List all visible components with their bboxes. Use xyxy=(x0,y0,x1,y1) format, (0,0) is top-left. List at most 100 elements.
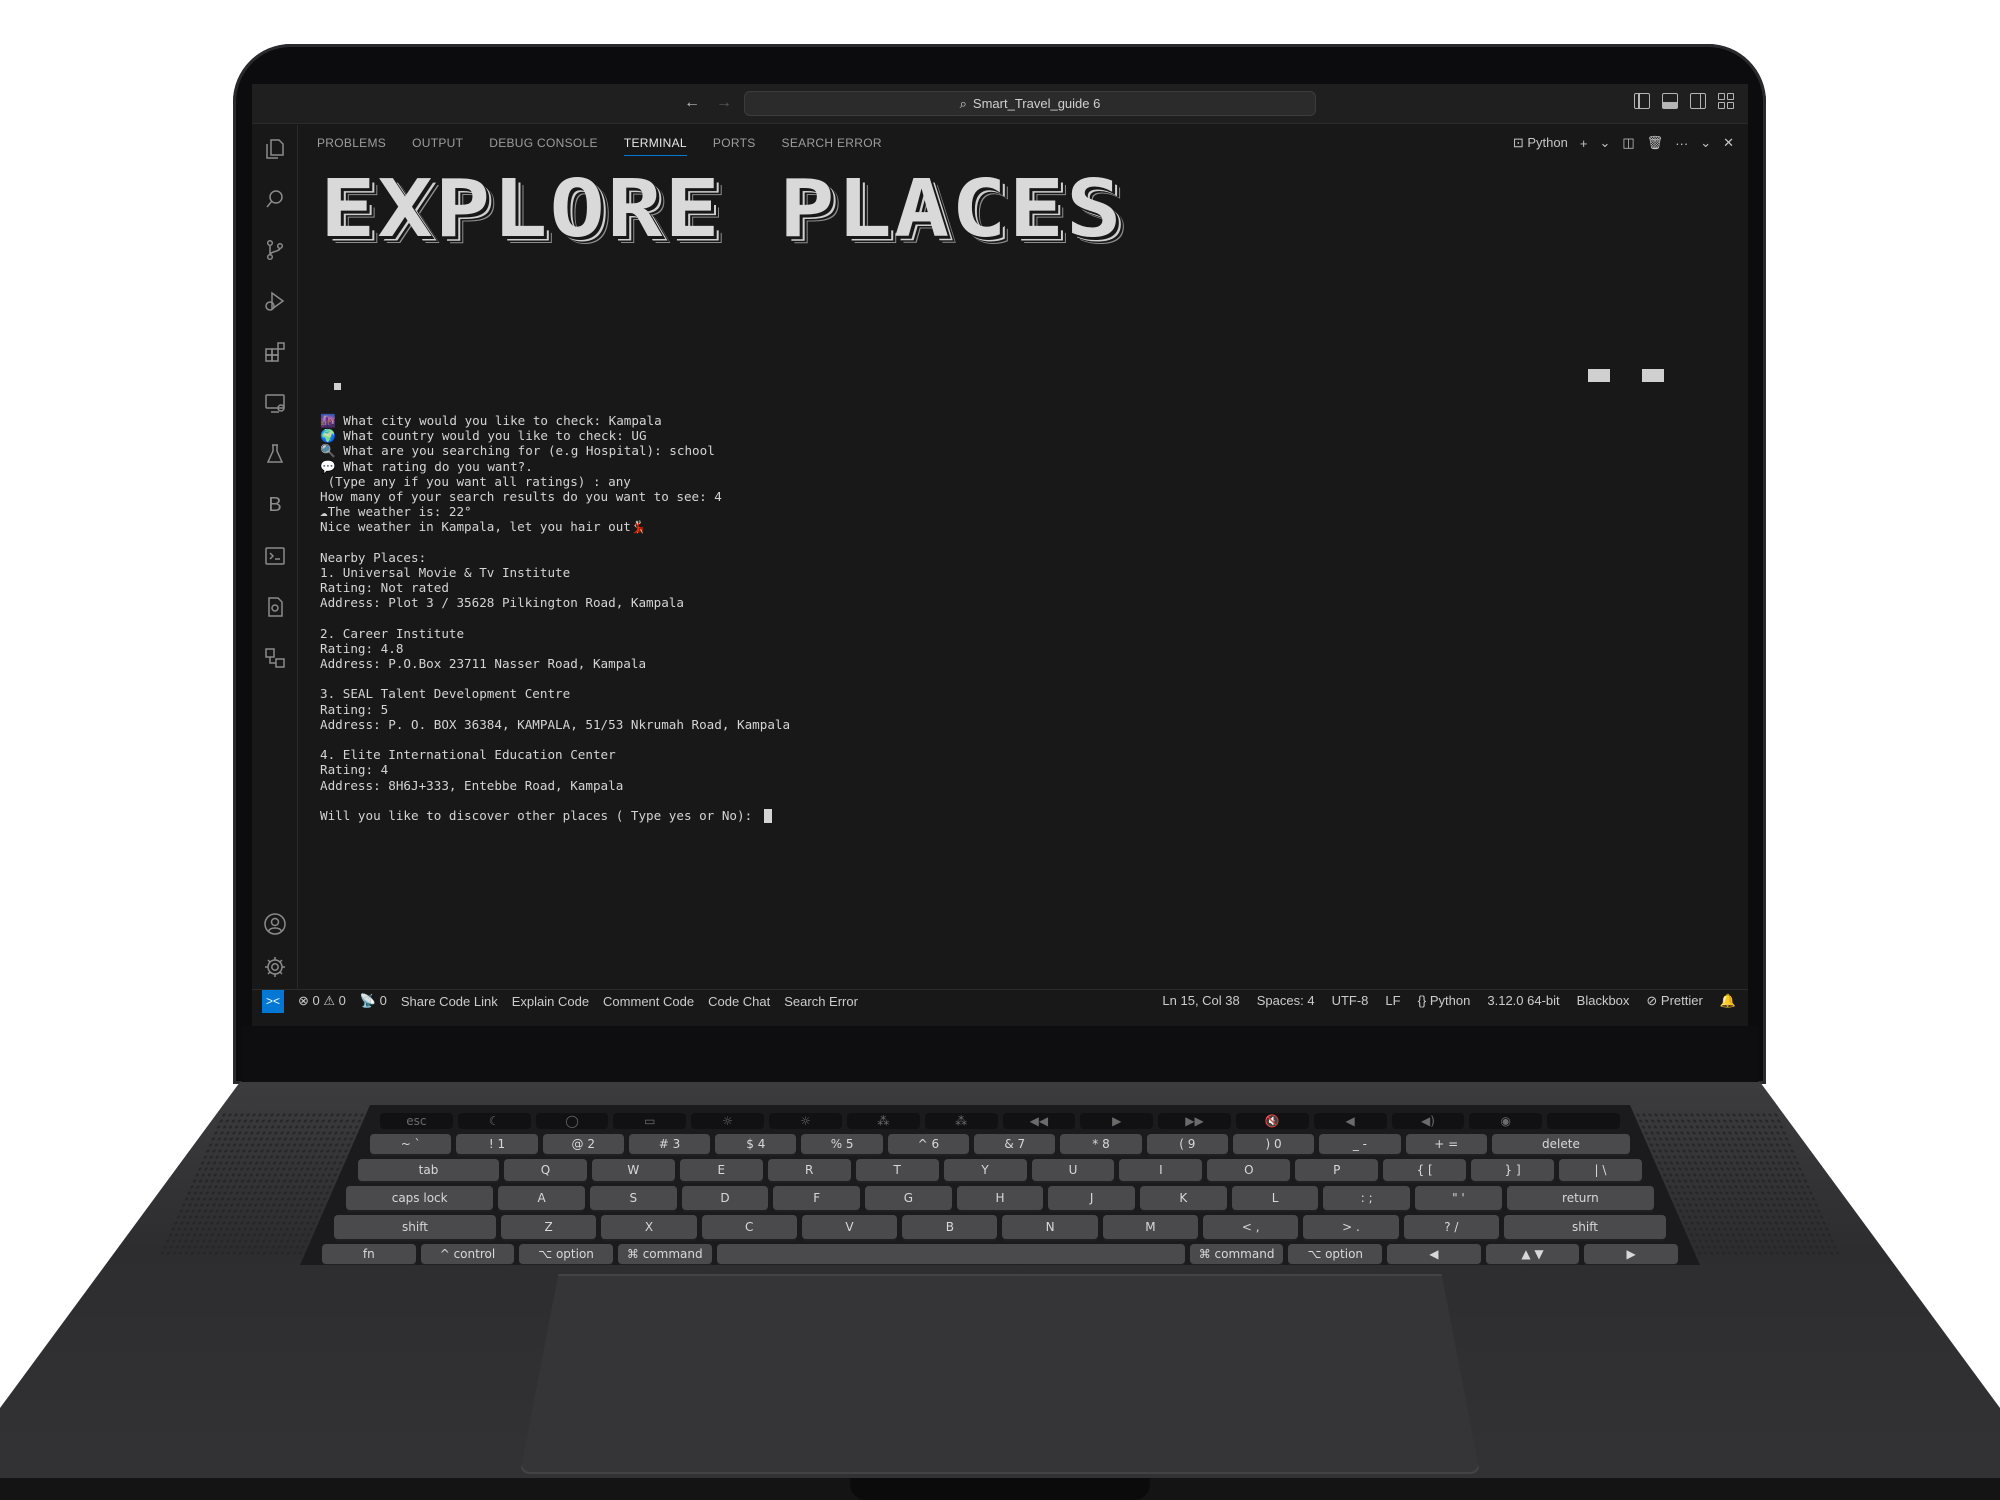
prettier-status[interactable]: ⊘ Prettier xyxy=(1646,993,1702,1009)
keyboard-key[interactable]: | \ xyxy=(1559,1159,1642,1181)
remote-indicator[interactable]: >< xyxy=(262,989,284,1013)
keyboard-key[interactable]: ⌥ option xyxy=(1288,1244,1383,1264)
keyboard-key[interactable]: T xyxy=(855,1159,939,1181)
source-control-icon[interactable] xyxy=(263,238,287,262)
keyboard-key[interactable]: ▶▶ xyxy=(1158,1113,1231,1129)
back-arrow-icon[interactable]: ← xyxy=(684,94,700,112)
keyboard-key[interactable]: tab xyxy=(358,1159,499,1181)
keyboard-key[interactable] xyxy=(1547,1113,1620,1129)
settings-gear-icon[interactable] xyxy=(263,955,287,979)
keyboard-key[interactable]: esc xyxy=(380,1113,453,1129)
keyboard-key[interactable]: O xyxy=(1207,1159,1291,1181)
keyboard-key[interactable]: Q xyxy=(503,1159,587,1181)
keyboard-key[interactable]: 🔇 xyxy=(1235,1113,1309,1129)
status-search-error[interactable]: Search Error xyxy=(784,994,858,1009)
close-panel-icon[interactable]: ✕ xyxy=(1723,135,1734,151)
keyboard-key[interactable]: ⁂ xyxy=(924,1113,998,1129)
split-terminal-icon[interactable]: ◫ xyxy=(1622,135,1634,151)
command-center-search[interactable]: ⌕ Smart_Travel_guide 6 xyxy=(744,91,1316,116)
forward-arrow-icon[interactable]: → xyxy=(716,94,732,112)
tab-problems[interactable]: PROBLEMS xyxy=(317,125,386,161)
cursor-position[interactable]: Ln 15, Col 38 xyxy=(1162,993,1239,1009)
keyboard-key[interactable]: ~ ` xyxy=(370,1134,452,1154)
keyboard-key[interactable]: F xyxy=(773,1186,861,1210)
keyboard-key[interactable]: @ 2 xyxy=(542,1134,624,1154)
code-review-icon[interactable] xyxy=(263,595,287,619)
testing-icon[interactable] xyxy=(263,442,287,466)
keyboard-key[interactable]: ▶ xyxy=(1080,1113,1154,1129)
keyboard-key[interactable]: $ 4 xyxy=(715,1134,797,1154)
status-explain-code[interactable]: Explain Code xyxy=(512,994,589,1009)
keyboard-key[interactable]: shift xyxy=(334,1215,496,1239)
keyboard-key[interactable]: & 7 xyxy=(974,1134,1056,1154)
keyboard-key[interactable]: K xyxy=(1140,1186,1227,1210)
keyboard-key[interactable]: E xyxy=(679,1159,763,1181)
problems-count[interactable]: ⊗ 0 ⚠ 0 xyxy=(298,993,346,1009)
customize-layout-icon[interactable] xyxy=(1718,93,1734,109)
trackpad[interactable] xyxy=(520,1274,1480,1474)
keyboard-key[interactable]: ◉ xyxy=(1469,1113,1543,1129)
keyboard-key[interactable]: # 3 xyxy=(628,1134,711,1154)
keyboard-key[interactable]: ? / xyxy=(1403,1215,1499,1239)
terminal-output[interactable]: EXPLORE PLACES 🌆 What city would you lik… xyxy=(320,170,1728,985)
blackbox-icon[interactable]: B xyxy=(263,493,287,517)
blackbox-status[interactable]: Blackbox xyxy=(1577,993,1630,1009)
status-code-chat[interactable]: Code Chat xyxy=(708,994,770,1009)
keyboard-key[interactable]: fn xyxy=(322,1244,416,1264)
keyboard-key[interactable]: ◀) xyxy=(1391,1113,1465,1129)
keyboard-key[interactable]: < , xyxy=(1203,1215,1299,1239)
keyboard-key[interactable]: * 8 xyxy=(1060,1134,1142,1154)
keyboard-key[interactable]: return xyxy=(1506,1186,1655,1210)
keyboard-key[interactable]: R xyxy=(767,1159,851,1181)
encoding[interactable]: UTF-8 xyxy=(1332,993,1369,1009)
keyboard-key[interactable]: delete xyxy=(1491,1134,1631,1154)
terminal-prompt-line[interactable]: Will you like to discover other places (… xyxy=(320,808,790,824)
tab-output[interactable]: OUTPUT xyxy=(412,125,463,161)
keyboard-key[interactable] xyxy=(716,1244,1185,1264)
terminal-dropdown-icon[interactable]: ⌄ xyxy=(1599,135,1610,151)
keyboard-key[interactable]: A xyxy=(498,1186,585,1210)
kill-terminal-icon[interactable]: 🗑 xyxy=(1647,135,1664,151)
keyboard-key[interactable]: ◀ xyxy=(1313,1113,1387,1129)
keyboard-key[interactable]: : ; xyxy=(1323,1186,1411,1210)
hierarchy-icon[interactable] xyxy=(263,646,287,670)
keyboard-key[interactable]: caps lock xyxy=(346,1186,494,1210)
account-icon[interactable] xyxy=(263,912,287,936)
keyboard-key[interactable]: D xyxy=(681,1186,769,1210)
keyboard-key[interactable]: ! 1 xyxy=(456,1134,538,1154)
keyboard-key[interactable]: ◯ xyxy=(535,1113,609,1129)
keyboard-key[interactable]: U xyxy=(1031,1159,1115,1181)
keyboard-key[interactable]: X xyxy=(601,1215,697,1239)
ports-count[interactable]: 📡 0 xyxy=(360,993,387,1009)
keyboard-key[interactable]: ⁂ xyxy=(846,1113,920,1129)
end-of-line[interactable]: LF xyxy=(1385,993,1400,1009)
python-interpreter[interactable]: 3.12.0 64-bit xyxy=(1487,993,1559,1009)
keyboard-key[interactable]: V xyxy=(801,1215,898,1239)
keyboard-key[interactable]: L xyxy=(1231,1186,1319,1210)
keyboard-key[interactable]: ▭ xyxy=(613,1113,687,1129)
keyboard-key[interactable]: Z xyxy=(501,1215,597,1239)
new-terminal-icon[interactable]: + xyxy=(1580,136,1588,151)
keyboard-key[interactable]: N xyxy=(1002,1215,1098,1239)
tab-search-error[interactable]: SEARCH ERROR xyxy=(782,125,882,161)
extensions-icon[interactable] xyxy=(263,340,287,364)
keyboard-key[interactable]: W xyxy=(591,1159,675,1181)
language-mode[interactable]: {} Python xyxy=(1418,993,1471,1009)
keyboard-key[interactable]: ▶ xyxy=(1584,1244,1678,1264)
keyboard-key[interactable]: { [ xyxy=(1383,1159,1467,1181)
keyboard-key[interactable]: Y xyxy=(943,1159,1027,1181)
terminal-shell-selector[interactable]: ⊡ Python xyxy=(1513,135,1568,151)
tab-debug-console[interactable]: DEBUG CONSOLE xyxy=(489,125,598,161)
keyboard-key[interactable]: " ' xyxy=(1415,1186,1502,1210)
keyboard-key[interactable]: ☼ xyxy=(691,1113,765,1129)
keyboard-key[interactable]: P xyxy=(1295,1159,1379,1181)
keyboard-key[interactable]: ◀◀ xyxy=(1002,1113,1076,1129)
toggle-panel-icon[interactable] xyxy=(1662,93,1678,109)
keyboard-key[interactable]: ( 9 xyxy=(1146,1134,1228,1154)
status-share-code-link[interactable]: Share Code Link xyxy=(401,994,498,1009)
explorer-icon[interactable] xyxy=(263,137,287,161)
toggle-primary-sidebar-icon[interactable] xyxy=(1634,93,1650,109)
tab-ports[interactable]: PORTS xyxy=(713,125,756,161)
keyboard-key[interactable]: ▲ ▼ xyxy=(1485,1244,1580,1264)
keyboard-key[interactable]: S xyxy=(590,1186,677,1210)
